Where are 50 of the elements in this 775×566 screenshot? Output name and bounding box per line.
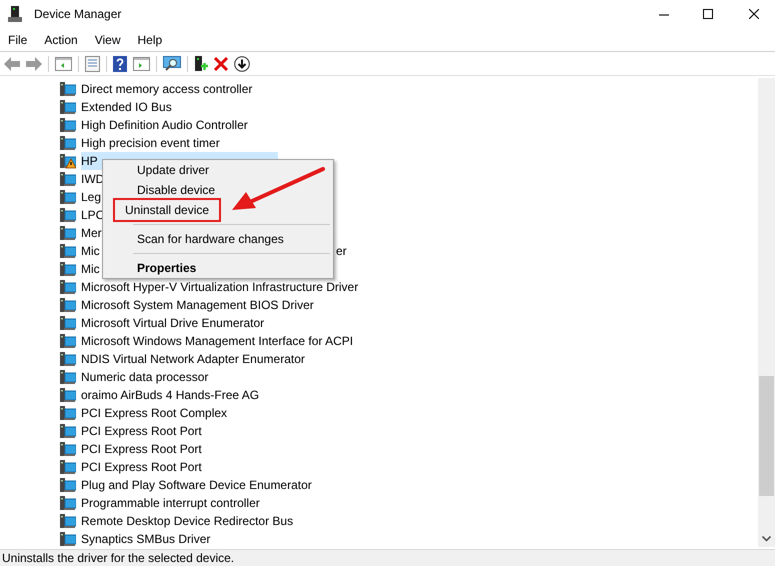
maximize-icon[interactable] [703,8,713,18]
device-item[interactable]: Direct memory access controller [81,80,252,98]
device-item[interactable]: Microsoft System Management BIOS Driver [81,296,314,314]
panel-icon[interactable] [55,56,72,70]
device-item[interactable]: Numeric data processor [81,368,208,386]
download-icon[interactable] [234,56,250,72]
device-item[interactable]: PCI Express Root Port [81,422,202,440]
device-item[interactable]: PCI Express Root Port [81,458,202,476]
device-item[interactable]: Synaptics SMBus Driver [81,530,210,547]
close-icon[interactable] [749,8,759,18]
menu-item[interactable]: View [94,30,120,48]
app-icon [8,6,22,22]
device-item[interactable]: Mic [81,260,100,278]
status-text: Uninstalls the driver for the selected device. [1,550,234,566]
device-add-icon[interactable] [194,56,208,72]
device-item-fragment: er [336,243,347,260]
device-item[interactable]: Remote Desktop Device Redirector Bus [81,512,294,530]
device-item[interactable]: PCI Express Root Port [81,440,202,458]
menu-option[interactable]: Update driver [125,161,210,179]
forward-arrow-icon[interactable] [26,56,42,70]
menu-option[interactable]: Uninstall device [113,198,222,222]
help-icon[interactable] [113,56,127,72]
panel-icon[interactable] [133,56,150,70]
back-arrow-icon[interactable] [4,56,20,70]
menu-option[interactable]: Properties [125,259,196,277]
scrollbar-track[interactable] [758,78,775,547]
device-item[interactable]: oraimo AirBuds 4 Hands-Free AG [81,386,260,404]
properties-sheet-icon[interactable] [85,56,100,72]
menu-item[interactable]: Action [44,30,78,48]
device-item[interactable]: Mer [81,224,102,242]
device-item[interactable]: Programmable interrupt controller [81,494,260,512]
device-item[interactable]: Microsoft Virtual Drive Enumerator [81,314,264,332]
device-item[interactable]: High Definition Audio Controller [81,116,248,134]
window-title: Device Manager [34,6,122,23]
device-item[interactable]: High precision event timer [81,134,220,152]
monitor-search-icon[interactable] [163,56,181,72]
menu-item[interactable]: Help [138,30,162,48]
scroll-down-icon[interactable] [762,536,771,542]
menu-item[interactable]: File [8,30,28,48]
device-item[interactable]: Microsoft Windows Management Interface for ACPI [81,332,354,350]
device-item[interactable]: PCI Express Root Complex [81,404,228,422]
scrollbar-thumb[interactable] [759,376,774,496]
device-item[interactable]: Extended IO Bus [81,98,172,116]
device-item[interactable]: Plug and Play Software Device Enumerator [81,476,312,494]
device-item[interactable]: NDIS Virtual Network Adapter Enumerator [81,350,305,368]
device-item[interactable]: Leg [81,188,102,206]
device-item[interactable]: Microsoft Hyper-V Virtualization Infrastructure Driver [81,278,358,296]
menu-option[interactable]: Disable device [125,181,216,199]
menu-option[interactable]: Scan for hardware changes [125,230,284,248]
device-item[interactable]: Mic [81,242,100,260]
